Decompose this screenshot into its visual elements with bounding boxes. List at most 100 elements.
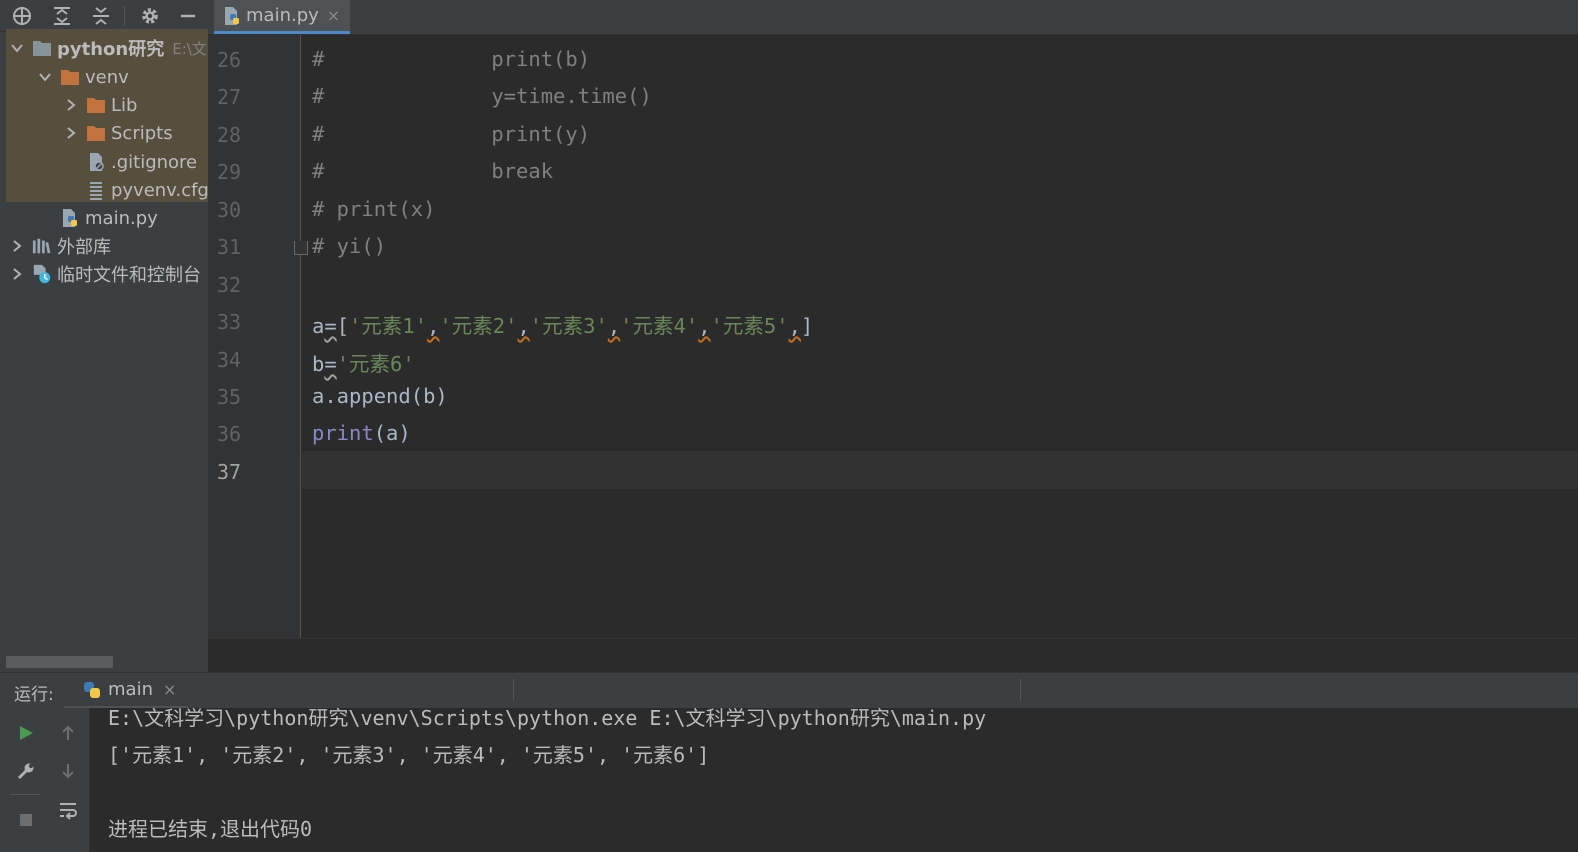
comment-text: print(y) <box>491 122 591 146</box>
arrow-down-icon[interactable] <box>55 758 81 784</box>
line-number: 31 <box>217 235 242 259</box>
tree-item-label: pyvenv.cfg <box>111 179 208 201</box>
stop-icon[interactable] <box>13 807 39 833</box>
code-line-28: # print(y) <box>312 122 590 146</box>
builtin-function: print <box>312 421 374 445</box>
tree-item-main-py[interactable]: main.py <box>38 204 208 232</box>
console-output-line: ['元素1', '元素2', '元素3', '元素4', '元素5', '元素6… <box>108 743 710 767</box>
close-icon[interactable]: × <box>327 6 340 25</box>
rerun-play-icon[interactable] <box>13 720 39 746</box>
tree-item-gitignore[interactable]: .gitignore <box>64 148 208 176</box>
arrow-up-icon[interactable] <box>55 720 81 746</box>
sidebar-horizontal-scrollbar[interactable] <box>6 656 113 668</box>
run-label: 运行: <box>14 685 54 705</box>
editor-tab-bar: main.py × <box>208 0 1578 35</box>
tree-item-label: venv <box>85 66 129 88</box>
code-token: b <box>312 352 325 376</box>
collapse-all-icon[interactable] <box>89 4 113 28</box>
tree-item-label: python研究 <box>57 39 165 60</box>
tree-item-project-root[interactable]: python研究 E:\文 <box>10 34 208 62</box>
comment-text: y=time.time() <box>491 84 652 108</box>
tree-item-pyvenv-cfg[interactable]: pyvenv.cfg <box>64 176 208 204</box>
console-command-line: E:\文科学习\python研究\venv\Scripts\python.exe… <box>108 708 987 730</box>
header-divider <box>1020 679 1021 701</box>
code-token: ] <box>800 314 814 338</box>
code-line-34: b='元素6' <box>312 347 415 377</box>
wrench-icon[interactable] <box>13 758 39 784</box>
code-token: a <box>312 314 325 338</box>
chevron-right-icon[interactable] <box>10 239 24 253</box>
line-number: 36 <box>217 422 242 446</box>
string-literal: '元素2' <box>439 314 518 338</box>
string-literal: '元素4' <box>620 314 699 338</box>
run-toolbar <box>0 708 90 852</box>
run-tab-label: main <box>108 679 153 700</box>
run-tab-main[interactable]: main × <box>64 673 188 709</box>
tree-item-label: 临时文件和控制台 <box>57 265 201 286</box>
string-literal: '元素1' <box>349 314 428 338</box>
fold-end-marker[interactable] <box>294 241 308 255</box>
code-token: [ <box>336 314 350 338</box>
tree-item-scratches[interactable]: 临时文件和控制台 <box>10 260 208 288</box>
close-icon[interactable]: × <box>163 680 176 699</box>
comment-hash: # <box>312 159 325 183</box>
chevron-right-icon[interactable] <box>64 126 78 140</box>
line-number: 32 <box>217 273 242 297</box>
python-file-icon <box>222 6 242 26</box>
project-toolbar <box>0 0 208 32</box>
line-number: 29 <box>217 160 242 184</box>
code-token: (a) <box>373 421 411 445</box>
comment-text: break <box>491 159 554 183</box>
locate-icon[interactable] <box>10 4 34 28</box>
editor-bottom-strip <box>208 638 1578 672</box>
library-icon <box>32 236 52 256</box>
line-number: 28 <box>217 123 242 147</box>
python-icon <box>82 680 102 700</box>
minimize-icon[interactable] <box>176 4 200 28</box>
tree-item-lib[interactable]: Lib <box>64 91 208 119</box>
code-editor[interactable]: 26 27 28 29 30 31 32 33 34 35 36 37 # pri… <box>208 35 1578 638</box>
code-line-27: # y=time.time() <box>312 84 652 108</box>
chevron-down-icon[interactable] <box>38 70 52 84</box>
header-divider <box>513 679 514 701</box>
scratch-icon <box>32 264 52 284</box>
python-file-icon <box>60 208 80 228</box>
code-line-33: a=['元素1','元素2','元素3','元素4','元素5',] <box>312 309 813 339</box>
line-number-gutter: 26 27 28 29 30 31 32 33 34 35 36 37 <box>208 35 301 638</box>
tree-item-label: 外部库 <box>57 237 111 258</box>
string-literal: '元素6' <box>336 352 415 376</box>
chevron-down-icon[interactable] <box>10 41 24 55</box>
tree-item-label: Lib <box>111 94 138 116</box>
tree-item-scripts[interactable]: Scripts <box>64 119 208 147</box>
code-token: , <box>517 314 530 338</box>
code-line-36: print(a) <box>312 421 411 445</box>
folder-icon <box>86 95 106 115</box>
file-icon <box>86 152 106 172</box>
tab-main-py[interactable]: main.py × <box>214 0 350 34</box>
comment-text: print(b) <box>491 47 591 71</box>
code-line-35: a.append(b) <box>312 384 448 408</box>
tree-item-external-libraries[interactable]: 外部库 <box>10 232 208 260</box>
expand-all-icon[interactable] <box>50 4 74 28</box>
folder-icon <box>32 38 52 58</box>
chevron-right-icon[interactable] <box>64 98 78 112</box>
code-line-26: # print(b) <box>312 47 590 71</box>
toolbar-divider <box>10 794 40 795</box>
gear-icon[interactable] <box>138 4 162 28</box>
tree-item-path-hint: E:\文 <box>172 39 207 58</box>
tree-item-label: .gitignore <box>111 151 198 173</box>
code-token: , <box>427 314 440 338</box>
line-number: 30 <box>217 198 242 222</box>
code-line-29: # break <box>312 159 553 183</box>
tree-item-venv[interactable]: venv <box>38 63 208 91</box>
string-literal: '元素3' <box>529 314 608 338</box>
chevron-right-icon[interactable] <box>10 267 24 281</box>
line-number: 33 <box>217 310 242 334</box>
soft-wrap-icon[interactable] <box>55 797 81 823</box>
run-console[interactable]: E:\文科学习\python研究\venv\Scripts\python.exe… <box>90 708 1578 852</box>
folder-icon <box>60 67 80 87</box>
line-number: 35 <box>217 385 242 409</box>
run-tool-window-header: 运行: main × <box>0 672 1578 709</box>
folder-icon <box>86 123 106 143</box>
console-exit-line: 进程已结束,退出代码0 <box>108 817 313 841</box>
